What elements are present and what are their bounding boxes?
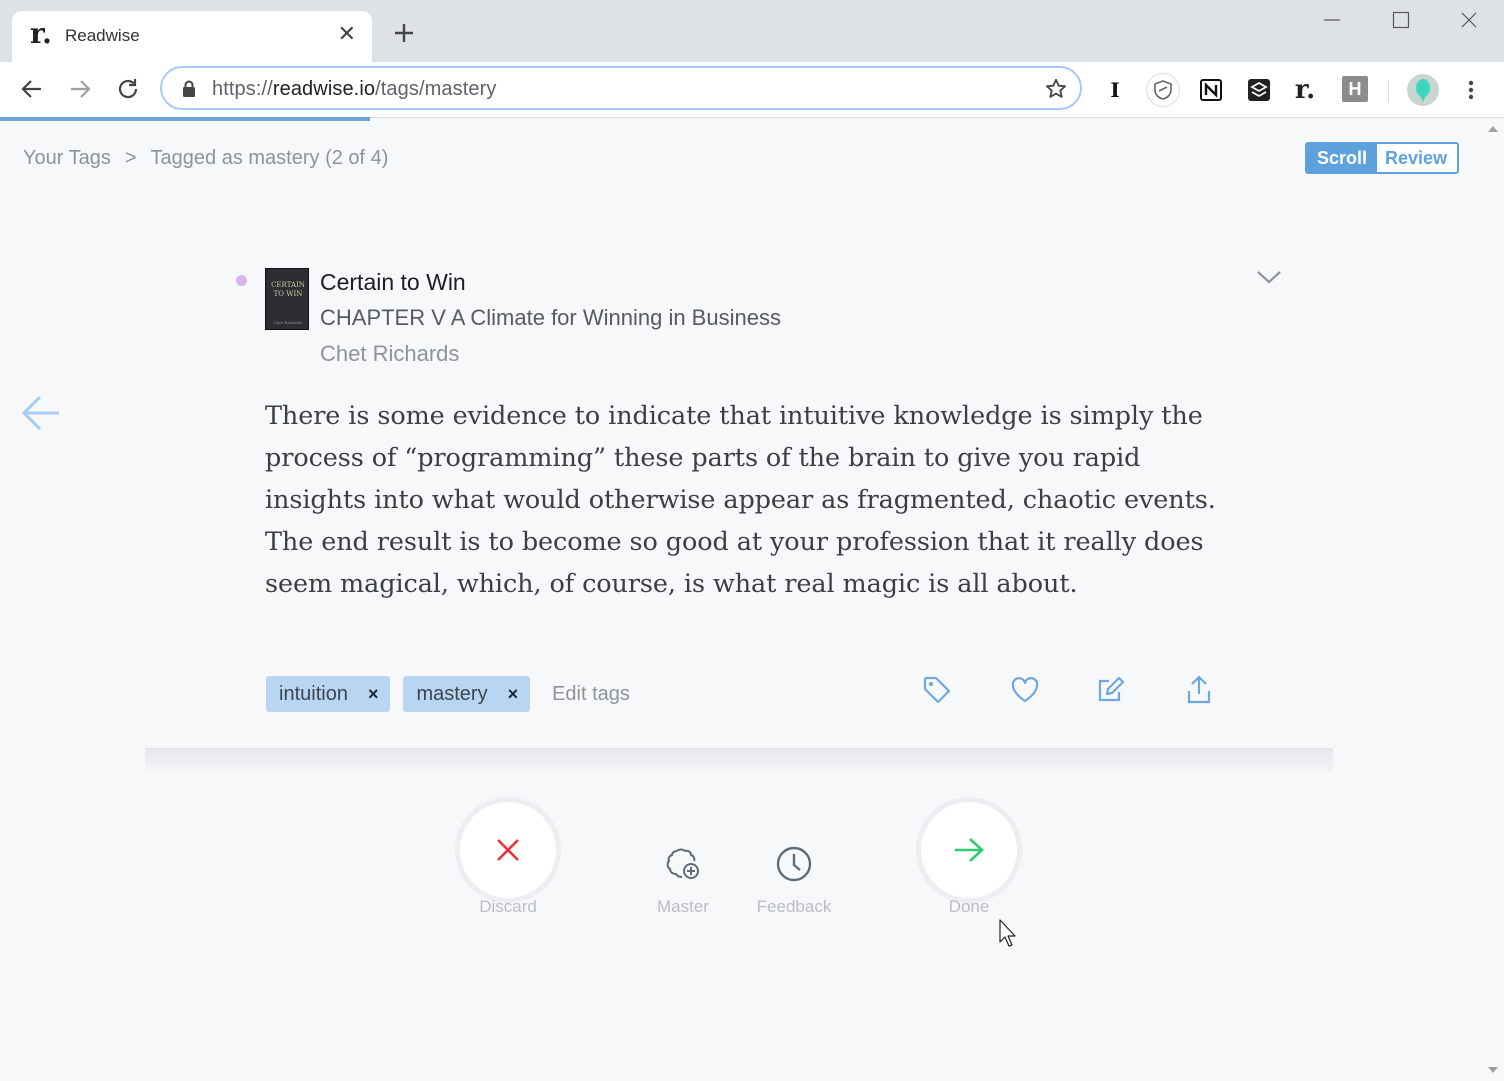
scroll-down-arrow-icon[interactable] (1488, 1067, 1498, 1073)
book-cover-title: CERTAIN TO WIN (271, 281, 305, 298)
previous-highlight-arrow-icon[interactable] (20, 393, 62, 433)
edit-note-icon[interactable] (1095, 674, 1127, 706)
readwise-extension-icon[interactable]: r. (1291, 75, 1319, 105)
shield-extension-icon[interactable] (1146, 73, 1180, 107)
scroll-up-arrow-icon[interactable] (1488, 126, 1498, 132)
review-mode-button[interactable]: Review (1377, 144, 1458, 172)
chevron-down-icon[interactable] (1255, 268, 1283, 286)
layers-extension-icon[interactable] (1245, 76, 1273, 104)
tab-title: Readwise (65, 26, 140, 45)
browser-toolbar: https://readwise.io/tags/mastery I r. H (0, 62, 1504, 118)
tag-label: intuition (279, 682, 348, 705)
notion-extension-icon[interactable] (1197, 76, 1225, 104)
hypothesis-extension-icon[interactable]: H (1342, 76, 1368, 102)
chapter-title: CHAPTER V A Climate for Winning in Busin… (320, 305, 781, 330)
feedback-button[interactable] (774, 844, 814, 884)
brain-plus-icon (666, 848, 699, 879)
browser-titlebar: r. Readwise ✕ (0, 0, 1504, 62)
book-title[interactable]: Certain to Win (320, 269, 466, 296)
profile-avatar[interactable] (1407, 74, 1439, 106)
lock-icon[interactable] (180, 79, 198, 99)
edit-tags-link[interactable]: Edit tags (552, 683, 630, 706)
arrow-right-icon (955, 838, 984, 862)
tag-chip-mastery: mastery × (403, 676, 531, 712)
new-tab-icon[interactable] (391, 20, 417, 46)
readwise-favicon-icon: r. (30, 17, 52, 50)
breadcrumb-separator: > (124, 147, 137, 169)
master-label: Master (657, 897, 709, 916)
done-label: Done (948, 897, 990, 916)
browser-tab-readwise[interactable]: r. Readwise ✕ (12, 11, 372, 62)
forward-icon[interactable] (66, 75, 94, 103)
book-author: Chet Richards (320, 341, 460, 366)
reload-icon[interactable] (114, 75, 142, 103)
bookmark-star-icon[interactable] (1044, 77, 1068, 101)
scroll-mode-button[interactable]: Scroll (1307, 144, 1378, 172)
instapaper-extension-icon[interactable]: I (1101, 76, 1129, 104)
maximize-window-icon[interactable] (1391, 10, 1411, 30)
close-window-icon[interactable] (1459, 10, 1479, 30)
book-cover-author: Chet Richards (273, 320, 303, 325)
remove-tag-icon[interactable]: × (368, 684, 379, 705)
done-button[interactable] (921, 802, 1017, 898)
tag-label: mastery (416, 682, 488, 705)
remove-tag-icon[interactable]: × (508, 684, 519, 705)
browser-menu-icon[interactable] (1457, 76, 1485, 104)
toolbar-separator (1388, 80, 1389, 102)
back-icon[interactable] (18, 75, 46, 103)
breadcrumb: Your Tags > Tagged as mastery (2 of 4) (23, 147, 388, 170)
tab-close-icon[interactable]: ✕ (338, 22, 356, 46)
minimize-window-icon[interactable] (1322, 10, 1342, 30)
master-button[interactable] (663, 844, 703, 884)
address-bar[interactable]: https://readwise.io/tags/mastery (160, 66, 1082, 110)
tag-chip-intuition: intuition × (266, 676, 391, 712)
tag-list: intuition × mastery × Edit tags (266, 676, 630, 712)
discard-label: Discard (479, 897, 537, 916)
feedback-label: Feedback (756, 897, 832, 916)
discard-button[interactable] (460, 802, 556, 898)
book-cover[interactable]: CERTAIN TO WIN Chet Richards (265, 268, 309, 330)
highlight-text: There is some evidence to indicate that … (265, 401, 1216, 599)
card-stack-shadow (145, 748, 1333, 772)
view-mode-toggle: Scroll Review (1305, 142, 1460, 174)
breadcrumb-current: Tagged as mastery (2 of 4) (150, 147, 389, 169)
mouse-cursor-icon (999, 919, 1016, 947)
readwise-page: Your Tags > Tagged as mastery (2 of 4) Scr… (0, 121, 1504, 1081)
unread-dot (236, 275, 247, 286)
url-text: https://readwise.io/tags/mastery (212, 78, 497, 100)
breadcrumb-your-tags-link[interactable]: Your Tags (23, 147, 111, 169)
heart-icon[interactable] (1009, 674, 1041, 706)
close-icon (497, 839, 519, 861)
tag-icon[interactable] (921, 674, 953, 706)
share-icon[interactable] (1183, 674, 1215, 706)
clock-icon (776, 846, 812, 882)
